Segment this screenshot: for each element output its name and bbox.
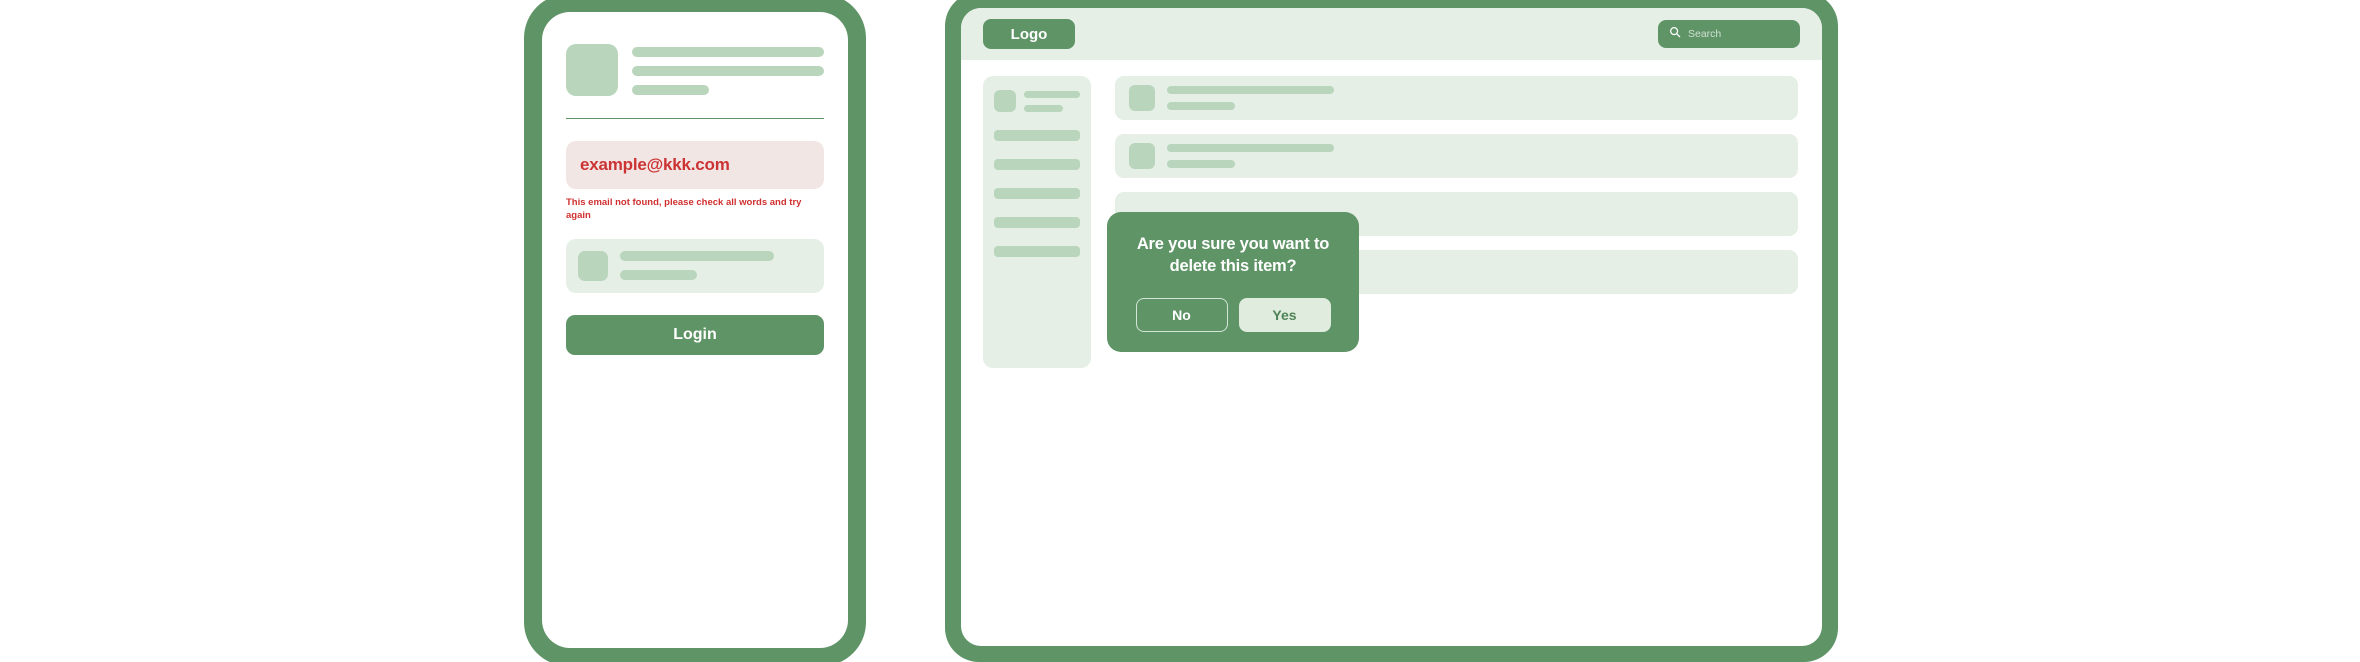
placeholder-line-1 bbox=[620, 251, 774, 262]
sidebar-item-3[interactable] bbox=[994, 188, 1080, 199]
phone-device-frame: example@kkk.com This email not found, pl… bbox=[524, 0, 866, 662]
desktop-device-frame: Logo Search Are you sure you want to del… bbox=[945, 0, 1838, 662]
confirm-delete-button[interactable]: Yes bbox=[1238, 297, 1331, 332]
phone-secondary-card[interactable] bbox=[566, 238, 824, 293]
email-field-value: example@kkk.com bbox=[580, 155, 730, 174]
modal-title: Are you sure you want to delete this ite… bbox=[1136, 235, 1330, 275]
sidebar-item-1[interactable] bbox=[994, 130, 1080, 141]
phone-profile-lines bbox=[632, 44, 824, 95]
placeholder-line-2 bbox=[620, 270, 697, 281]
placeholder-line-3 bbox=[632, 85, 709, 95]
top-bar: Logo bbox=[961, 8, 1822, 60]
content-list bbox=[1115, 76, 1800, 646]
list-item[interactable] bbox=[1115, 134, 1798, 178]
list-item-lines bbox=[1167, 144, 1784, 168]
email-field[interactable]: example@kkk.com bbox=[566, 141, 824, 189]
sidebar-item-5[interactable] bbox=[994, 246, 1080, 257]
sidebar-profile[interactable] bbox=[994, 90, 1080, 112]
search-input[interactable] bbox=[1688, 28, 1789, 40]
avatar bbox=[1129, 143, 1155, 169]
desktop-body: Are you sure you want to delete this ite… bbox=[961, 60, 1822, 646]
email-error-message: This email not found, please check all w… bbox=[566, 197, 802, 221]
list-item-subtitle bbox=[1167, 102, 1235, 110]
list-item-title bbox=[1167, 144, 1334, 152]
modal-actions: No Yes bbox=[1125, 297, 1341, 332]
avatar bbox=[566, 44, 618, 96]
placeholder-line-2 bbox=[632, 66, 824, 76]
delete-confirmation-modal: Are you sure you want to delete this ite… bbox=[1107, 212, 1359, 352]
list-item-title bbox=[1167, 86, 1334, 94]
login-button[interactable]: Login bbox=[566, 314, 824, 355]
sidebar-item-4[interactable] bbox=[994, 217, 1080, 228]
avatar bbox=[994, 90, 1016, 112]
phone-screen: example@kkk.com This email not found, pl… bbox=[542, 12, 848, 648]
divider bbox=[566, 118, 824, 119]
desktop-screen: Logo Search Are you sure you want to del… bbox=[961, 8, 1822, 646]
avatar bbox=[578, 250, 608, 281]
search-box[interactable] bbox=[1658, 20, 1800, 48]
sidebar bbox=[983, 76, 1091, 368]
screenshot-stage: example@kkk.com This email not found, pl… bbox=[0, 0, 2360, 662]
cancel-button[interactable]: No bbox=[1135, 297, 1228, 332]
logo-button[interactable]: Logo bbox=[983, 19, 1075, 49]
search-icon bbox=[1669, 25, 1681, 43]
list-item-lines bbox=[1167, 86, 1784, 110]
phone-card-lines bbox=[620, 251, 812, 281]
avatar bbox=[1129, 85, 1155, 111]
placeholder-line-1 bbox=[632, 47, 824, 57]
sidebar-nav bbox=[994, 130, 1080, 257]
phone-profile-header bbox=[566, 36, 824, 96]
placeholder-line-1 bbox=[1024, 91, 1080, 98]
placeholder-line-2 bbox=[1024, 105, 1064, 112]
sidebar-item-2[interactable] bbox=[994, 159, 1080, 170]
list-item-subtitle bbox=[1167, 160, 1235, 168]
list-item[interactable] bbox=[1115, 76, 1798, 120]
sidebar-profile-lines bbox=[1024, 90, 1080, 112]
